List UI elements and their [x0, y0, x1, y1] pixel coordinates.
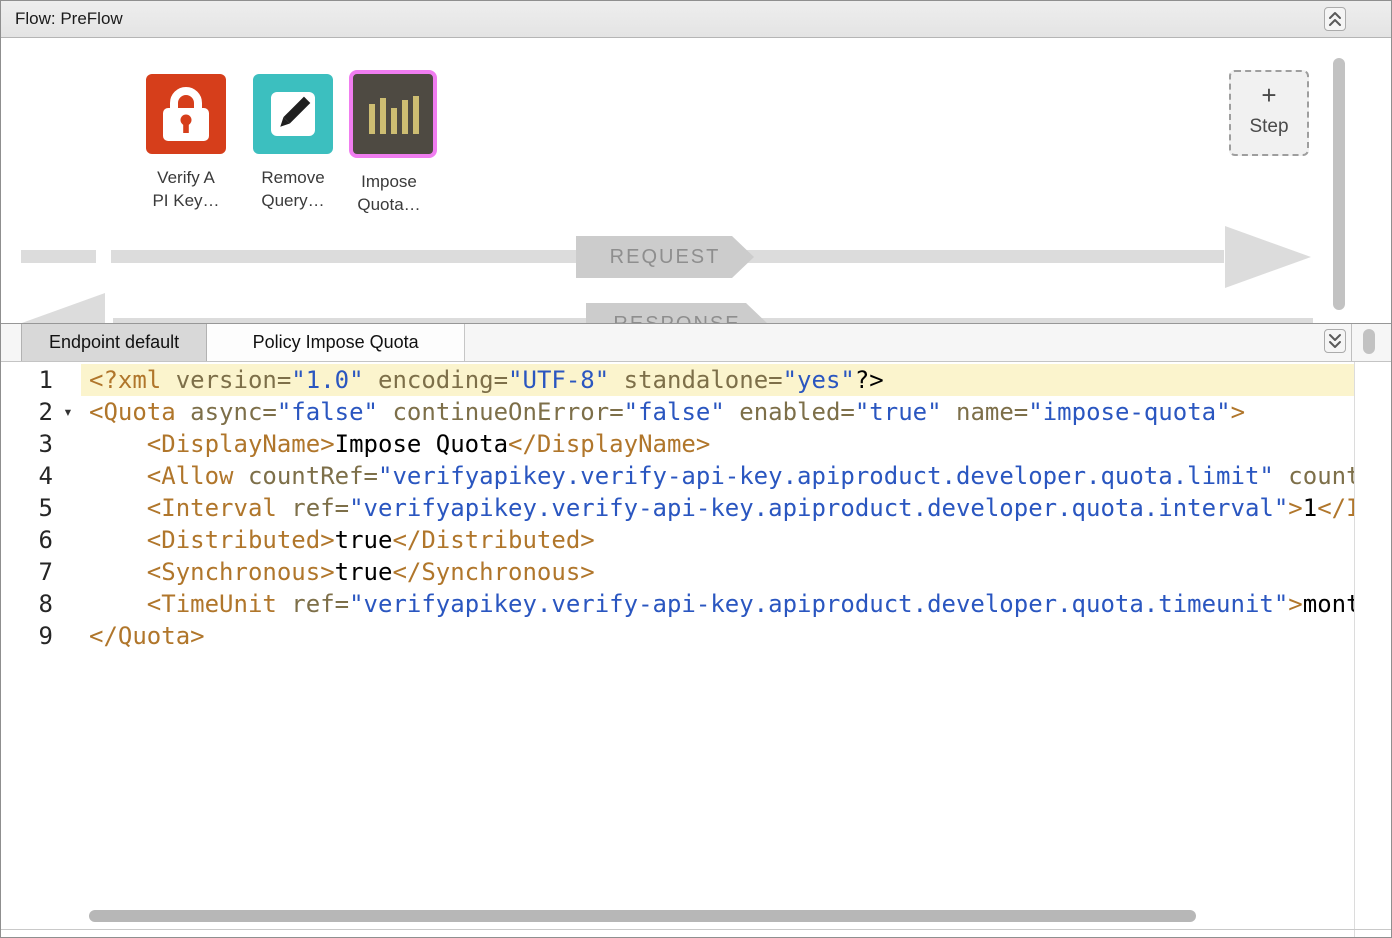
flow-canvas: Verify A PI Key… Remove Query… — [1, 38, 1391, 323]
code-editor[interactable]: 1 <?xml version="1.0" encoding="UTF-8" st… — [1, 362, 1391, 937]
code-text[interactable]: <DisplayName>Impose Quota</DisplayName> — [81, 428, 1355, 460]
line-gutter: 2▾ — [1, 396, 77, 428]
code-text[interactable]: <Distributed>true</Distributed> — [81, 524, 1355, 556]
response-arrowhead-icon — [19, 293, 105, 323]
code-line[interactable]: 1 <?xml version="1.0" encoding="UTF-8" st… — [1, 364, 1391, 396]
policy-label-line1: Impose — [334, 170, 444, 193]
editor-horizontal-scrollbar-thumb[interactable] — [89, 910, 1196, 922]
line-gutter: 3 — [1, 428, 77, 460]
code-line[interactable]: 4 <Allow countRef="verifyapikey.verify-a… — [1, 460, 1391, 492]
policy-label-line1: Remove — [238, 166, 348, 189]
verify-api-key-lock-icon — [146, 74, 226, 154]
code-line[interactable]: 5 <Interval ref="verifyapikey.verify-api… — [1, 492, 1391, 524]
line-number: 6 — [1, 524, 59, 556]
tab-endpoint-default[interactable]: Endpoint default — [21, 324, 207, 361]
line-gutter: 4 — [1, 460, 77, 492]
line-number: 3 — [1, 428, 59, 460]
editor-tab-bar: Endpoint default Policy Impose Quota — [1, 323, 1391, 362]
flow-panel-header: Flow: PreFlow — [1, 1, 1391, 38]
add-step-label: Step — [1249, 116, 1288, 138]
code-text[interactable]: </Quota> — [81, 620, 1355, 652]
line-gutter: 7 — [1, 556, 77, 588]
policy-verify-api-key[interactable]: Verify A PI Key… — [146, 74, 226, 212]
line-gutter: 9 — [1, 620, 77, 652]
policy-label-line2: Quota… — [334, 193, 444, 216]
fold-spacer — [59, 556, 77, 588]
line-gutter: 1 — [1, 364, 77, 396]
plus-icon: + — [1261, 82, 1276, 108]
policy-impose-quota[interactable]: Impose Quota… — [349, 70, 429, 216]
fold-spacer — [59, 364, 77, 396]
tab-bar-divider — [1351, 324, 1352, 361]
policy-label: Impose Quota… — [334, 170, 444, 216]
code-text[interactable]: <Quota async="false" continueOnError="fa… — [81, 396, 1355, 428]
add-step-button-request[interactable]: + Step — [1229, 70, 1309, 156]
double-chevron-down-icon — [1328, 333, 1342, 349]
code-line[interactable]: 3 <DisplayName>Impose Quota</DisplayName… — [1, 428, 1391, 460]
request-arrowhead-icon — [1225, 226, 1311, 288]
code-text[interactable]: <TimeUnit ref="verifyapikey.verify-api-k… — [81, 588, 1355, 620]
code-line[interactable]: 7 <Synchronous>true</Synchronous> — [1, 556, 1391, 588]
apigee-flow-editor: Flow: PreFlow Verify A PI Key… — [0, 0, 1392, 938]
code-text[interactable]: <Allow countRef="verifyapikey.verify-api… — [81, 460, 1355, 492]
code-line[interactable]: 9 </Quota> — [1, 620, 1391, 652]
editor-scrollbar-thumb[interactable] — [1363, 329, 1375, 354]
fold-spacer — [59, 588, 77, 620]
editor-right-gutter — [1354, 362, 1391, 937]
flow-title: Flow: PreFlow — [1, 9, 123, 29]
line-number: 5 — [1, 492, 59, 524]
code-line[interactable]: 8 <TimeUnit ref="verifyapikey.verify-api… — [1, 588, 1391, 620]
double-chevron-up-icon — [1328, 11, 1342, 27]
collapse-flow-panel-button[interactable] — [1324, 7, 1346, 31]
policy-label-line2: Query… — [238, 189, 348, 212]
editor-bottom-border — [1, 929, 1391, 930]
code-text[interactable]: <Interval ref="verifyapikey.verify-api-k… — [81, 492, 1355, 524]
fold-spacer — [59, 492, 77, 524]
policy-remove-query-param[interactable]: Remove Query… — [253, 74, 333, 212]
code-text[interactable]: <Synchronous>true</Synchronous> — [81, 556, 1355, 588]
line-gutter: 8 — [1, 588, 77, 620]
fold-arrow-icon[interactable]: ▾ — [59, 396, 77, 428]
fold-spacer — [59, 460, 77, 492]
line-number: 2 — [1, 396, 59, 428]
line-number: 8 — [1, 588, 59, 620]
fold-spacer — [59, 428, 77, 460]
line-number: 9 — [1, 620, 59, 652]
code-lines: 1 <?xml version="1.0" encoding="UTF-8" st… — [1, 362, 1391, 652]
flow-panel-scrollbar-thumb[interactable] — [1333, 58, 1345, 310]
request-band: REQUEST — [576, 236, 754, 278]
remove-query-pencil-icon — [253, 74, 333, 154]
fold-spacer — [59, 524, 77, 556]
policy-label: Remove Query… — [238, 166, 348, 212]
policy-label-line1: Verify A — [131, 166, 241, 189]
policy-label-line2: PI Key… — [131, 189, 241, 212]
request-flow-bar-segment — [21, 250, 96, 263]
line-gutter: 5 — [1, 492, 77, 524]
line-number: 7 — [1, 556, 59, 588]
request-label: REQUEST — [610, 246, 721, 269]
line-gutter: 6 — [1, 524, 77, 556]
response-band: RESPONSE — [586, 303, 768, 323]
collapse-editor-panel-button[interactable] — [1324, 329, 1346, 353]
tab-policy-impose-quota[interactable]: Policy Impose Quota — [207, 324, 465, 361]
line-number: 4 — [1, 460, 59, 492]
code-text[interactable]: <?xml version="1.0" encoding="UTF-8" sta… — [81, 364, 1355, 396]
fold-spacer — [59, 620, 77, 652]
impose-quota-bars-icon — [349, 70, 437, 158]
response-label: RESPONSE — [613, 313, 740, 324]
code-line[interactable]: 2▾<Quota async="false" continueOnError="… — [1, 396, 1391, 428]
policy-label: Verify A PI Key… — [131, 166, 241, 212]
code-line[interactable]: 6 <Distributed>true</Distributed> — [1, 524, 1391, 556]
line-number: 1 — [1, 364, 59, 396]
